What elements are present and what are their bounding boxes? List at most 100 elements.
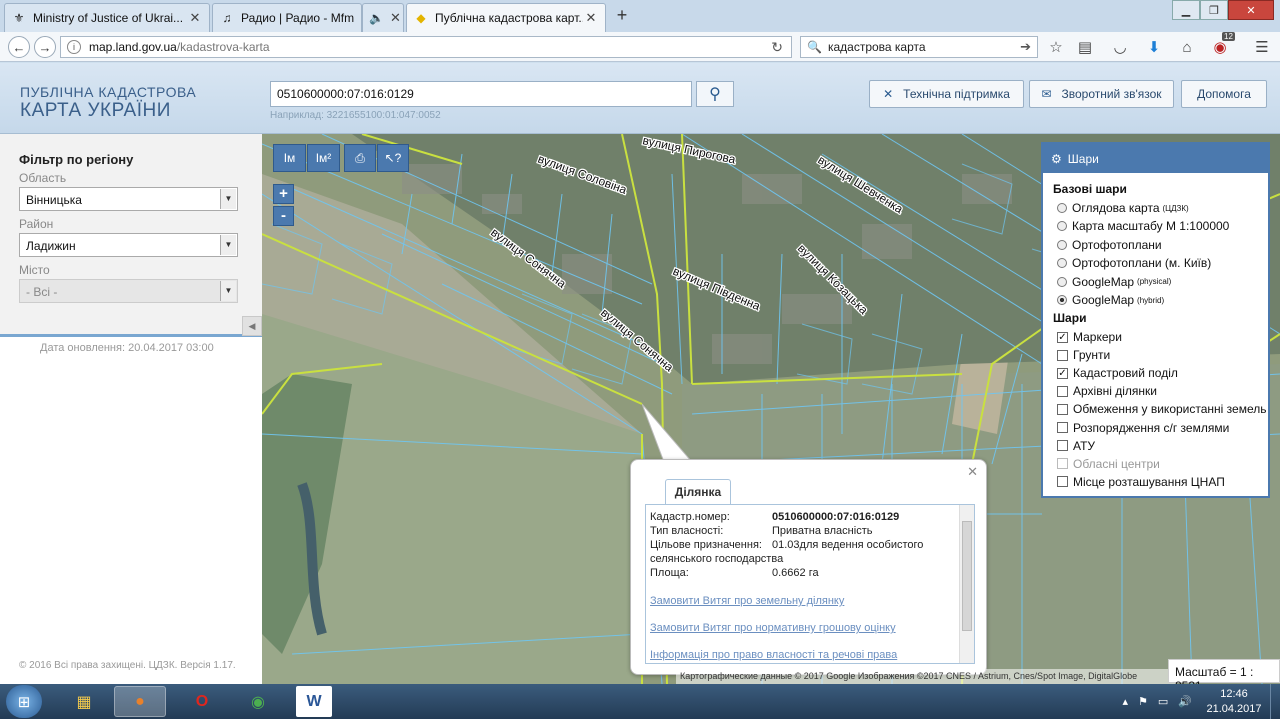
home-icon[interactable]: ⌂: [1177, 38, 1197, 58]
layer-option[interactable]: ✓ Маркери: [1057, 330, 1122, 344]
reading-list-icon[interactable]: ▤: [1075, 38, 1095, 58]
address-bar[interactable]: i map.land.gov.ua /kadastrova-karta ↻: [60, 36, 792, 58]
info-icon[interactable]: i: [67, 40, 81, 54]
bookmark-star-icon[interactable]: ☆: [1046, 38, 1066, 58]
restore-button[interactable]: ❐: [1200, 0, 1228, 20]
opera-icon[interactable]: O: [176, 686, 228, 717]
zoom-in-button[interactable]: +: [273, 184, 294, 204]
back-button[interactable]: ←: [8, 36, 30, 58]
close-tab-icon[interactable]: ✕: [390, 10, 401, 26]
emblem-icon: ⚜: [13, 11, 25, 25]
radio-button[interactable]: [1057, 258, 1067, 269]
volume-icon[interactable]: 🔊: [1178, 695, 1192, 708]
base-layer-option[interactable]: Карта масштабу М 1:100000: [1057, 219, 1229, 233]
layers-header[interactable]: ⚙ Шари: [1043, 144, 1268, 173]
close-tab-icon[interactable]: ✕: [187, 10, 203, 26]
checkbox[interactable]: ✓: [1057, 331, 1068, 343]
chevron-down-icon: ▼: [220, 235, 236, 255]
layer-option[interactable]: Обмеження у використанні земель: [1057, 402, 1266, 416]
reload-icon[interactable]: ↻: [771, 39, 783, 56]
scrollbar-thumb[interactable]: [962, 521, 972, 631]
tab-audio[interactable]: 🔈 ✕: [362, 3, 404, 32]
download-icon[interactable]: ⬇: [1144, 38, 1164, 58]
measure-area-tool[interactable]: Iм²: [307, 144, 340, 172]
raion-select[interactable]: Ладижин ▼: [19, 233, 238, 257]
new-tab-button[interactable]: +: [612, 5, 632, 25]
base-layer-option[interactable]: Ортофотоплани: [1057, 238, 1162, 252]
minimize-button[interactable]: ▁: [1172, 0, 1200, 20]
radio-button[interactable]: [1057, 221, 1067, 232]
row-key: Цільове призначення:: [650, 539, 762, 551]
chrome-icon[interactable]: ◉: [232, 686, 284, 717]
start-button[interactable]: ⊞: [6, 685, 42, 718]
row-value: 0.6662 га: [772, 567, 819, 579]
network-icon[interactable]: ▭: [1158, 695, 1168, 708]
tech-support-button[interactable]: ✕ Технічна підтримка: [869, 80, 1024, 108]
extension-icon[interactable]: ◉: [1210, 38, 1230, 58]
menu-icon[interactable]: ☰: [1252, 38, 1272, 58]
base-layer-option[interactable]: GoogleMap (hybrid): [1057, 293, 1164, 307]
zoom-out-button[interactable]: -: [273, 206, 294, 226]
firefox-icon[interactable]: ●: [114, 686, 166, 717]
flag-icon[interactable]: ⚑: [1138, 695, 1148, 708]
radio-button[interactable]: [1057, 203, 1067, 213]
feedback-label: Зворотний зв'язок: [1061, 87, 1162, 101]
map-view[interactable]: вулиця Соловіна вулиця Пирогова вулиця Ш…: [262, 134, 1280, 684]
identify-tool[interactable]: ↖?: [377, 144, 409, 172]
row-value: 01.03для ведення особистого: [772, 539, 924, 551]
search-button[interactable]: ⚲: [696, 81, 734, 107]
help-label: Допомога: [1197, 87, 1251, 101]
search-go-icon[interactable]: ➔: [1020, 39, 1031, 55]
order-extract-link[interactable]: Замовити Витяг про земельну ділянку: [650, 595, 844, 607]
base-layer-option[interactable]: Ортофотоплани (м. Київ): [1057, 256, 1211, 270]
layer-option[interactable]: ✓ Кадастровий поділ: [1057, 366, 1178, 380]
pocket-icon[interactable]: ◡: [1110, 38, 1130, 58]
tab-ministry-of-justice[interactable]: ⚜ Ministry of Justice of Ukrai... ✕: [4, 3, 210, 32]
base-layer-option[interactable]: Оглядова карта (ЦДЗК): [1057, 201, 1189, 215]
base-layer-sup: (ЦДЗК): [1162, 203, 1189, 213]
layer-option[interactable]: АТУ: [1057, 439, 1095, 453]
word-icon[interactable]: W: [296, 686, 332, 717]
ownership-info-link[interactable]: Інформація про право власності та речові…: [650, 649, 897, 661]
checkbox[interactable]: [1057, 349, 1068, 361]
oblast-select[interactable]: Вінницька ▼: [19, 187, 238, 211]
print-button[interactable]: ⎙: [344, 144, 376, 172]
close-window-button[interactable]: ✕: [1228, 0, 1274, 20]
file-explorer-icon[interactable]: ▦: [58, 686, 110, 717]
measure-length-tool[interactable]: Iм: [273, 144, 306, 172]
layer-option[interactable]: Грунти: [1057, 348, 1110, 362]
tray-expand-icon[interactable]: ▴: [1122, 695, 1128, 708]
close-tab-icon[interactable]: ✕: [583, 10, 599, 26]
checkbox[interactable]: [1057, 422, 1068, 433]
misto-label: Місто: [19, 263, 50, 277]
order-valuation-link[interactable]: Замовити Витяг про нормативну грошову оц…: [650, 622, 896, 634]
tab-cadastral-map[interactable]: ◆ Публічна кадастрова карт... ✕: [406, 3, 606, 32]
help-button[interactable]: Допомога: [1181, 80, 1267, 108]
browser-search-input[interactable]: 🔍 кадастрова карта ➔: [800, 36, 1038, 58]
region-filter: Фільтр по регіону Область Вінницька ▼ Ра…: [0, 134, 262, 337]
radio-button[interactable]: [1057, 295, 1067, 305]
close-icon[interactable]: ✕: [967, 464, 978, 480]
clock[interactable]: 12:46 21.04.2017: [1202, 687, 1266, 717]
tab-parcel[interactable]: Ділянка: [665, 479, 731, 504]
checkbox[interactable]: [1057, 403, 1068, 415]
radio-button[interactable]: [1057, 276, 1067, 287]
checkbox[interactable]: ✓: [1057, 367, 1068, 379]
collapse-panel-button[interactable]: ◀: [242, 316, 262, 336]
checkbox[interactable]: [1057, 440, 1068, 452]
layer-option[interactable]: Місце розташування ЦНАП: [1057, 475, 1225, 489]
cadastral-search-input[interactable]: 0510600000:07:016:0129: [270, 81, 692, 107]
extension-badge: 12: [1222, 32, 1235, 41]
feedback-button[interactable]: ✉ Зворотний зв'язок: [1029, 80, 1174, 108]
layer-option[interactable]: Архівні ділянки: [1057, 384, 1157, 398]
misto-select: - Всі - ▼: [19, 279, 238, 303]
checkbox[interactable]: [1057, 476, 1068, 488]
tab-radio[interactable]: ♫ Радио | Радио - Mfm: [212, 3, 362, 32]
base-layer-option[interactable]: GoogleMap (physical): [1057, 275, 1171, 289]
popup-scrollbar[interactable]: [959, 505, 974, 663]
forward-button[interactable]: →: [34, 36, 56, 58]
checkbox[interactable]: [1057, 385, 1068, 397]
show-desktop-button[interactable]: [1270, 684, 1280, 719]
radio-button[interactable]: [1057, 239, 1067, 250]
layer-option[interactable]: Розпорядження с/г землями: [1057, 421, 1229, 435]
